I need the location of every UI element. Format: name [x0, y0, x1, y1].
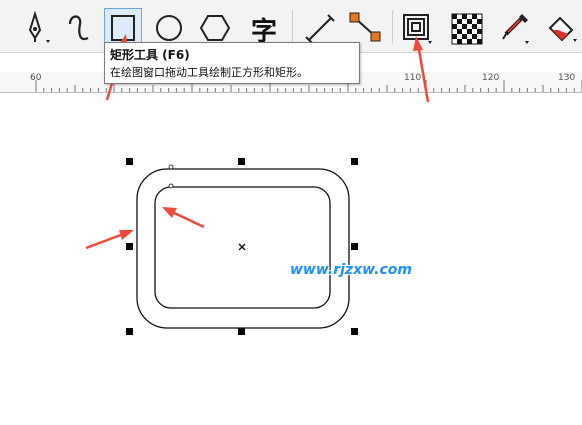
tooltip-description: 在绘图窗口拖动工具绘制正方形和矩形。	[110, 66, 308, 79]
selection-handle[interactable]	[126, 243, 133, 250]
selection-handle[interactable]	[238, 328, 245, 335]
corner-node	[168, 183, 174, 189]
corner-node	[168, 164, 174, 170]
selection-handle[interactable]	[351, 328, 358, 335]
watermark: www.rjzxw.com	[290, 262, 412, 278]
center-marker-icon	[238, 243, 246, 251]
selection-handle[interactable]	[238, 158, 245, 165]
tooltip-title: 矩形工具 (F6)	[110, 48, 190, 62]
annotation-arrow	[413, 36, 430, 103]
selection-handle[interactable]	[351, 243, 358, 250]
tooltip: 矩形工具 (F6) 在绘图窗口拖动工具绘制正方形和矩形。	[104, 42, 360, 84]
selection-handle[interactable]	[351, 158, 358, 165]
selection-handle[interactable]	[126, 158, 133, 165]
selection-handle[interactable]	[126, 328, 133, 335]
annotation-arrow	[162, 207, 205, 229]
